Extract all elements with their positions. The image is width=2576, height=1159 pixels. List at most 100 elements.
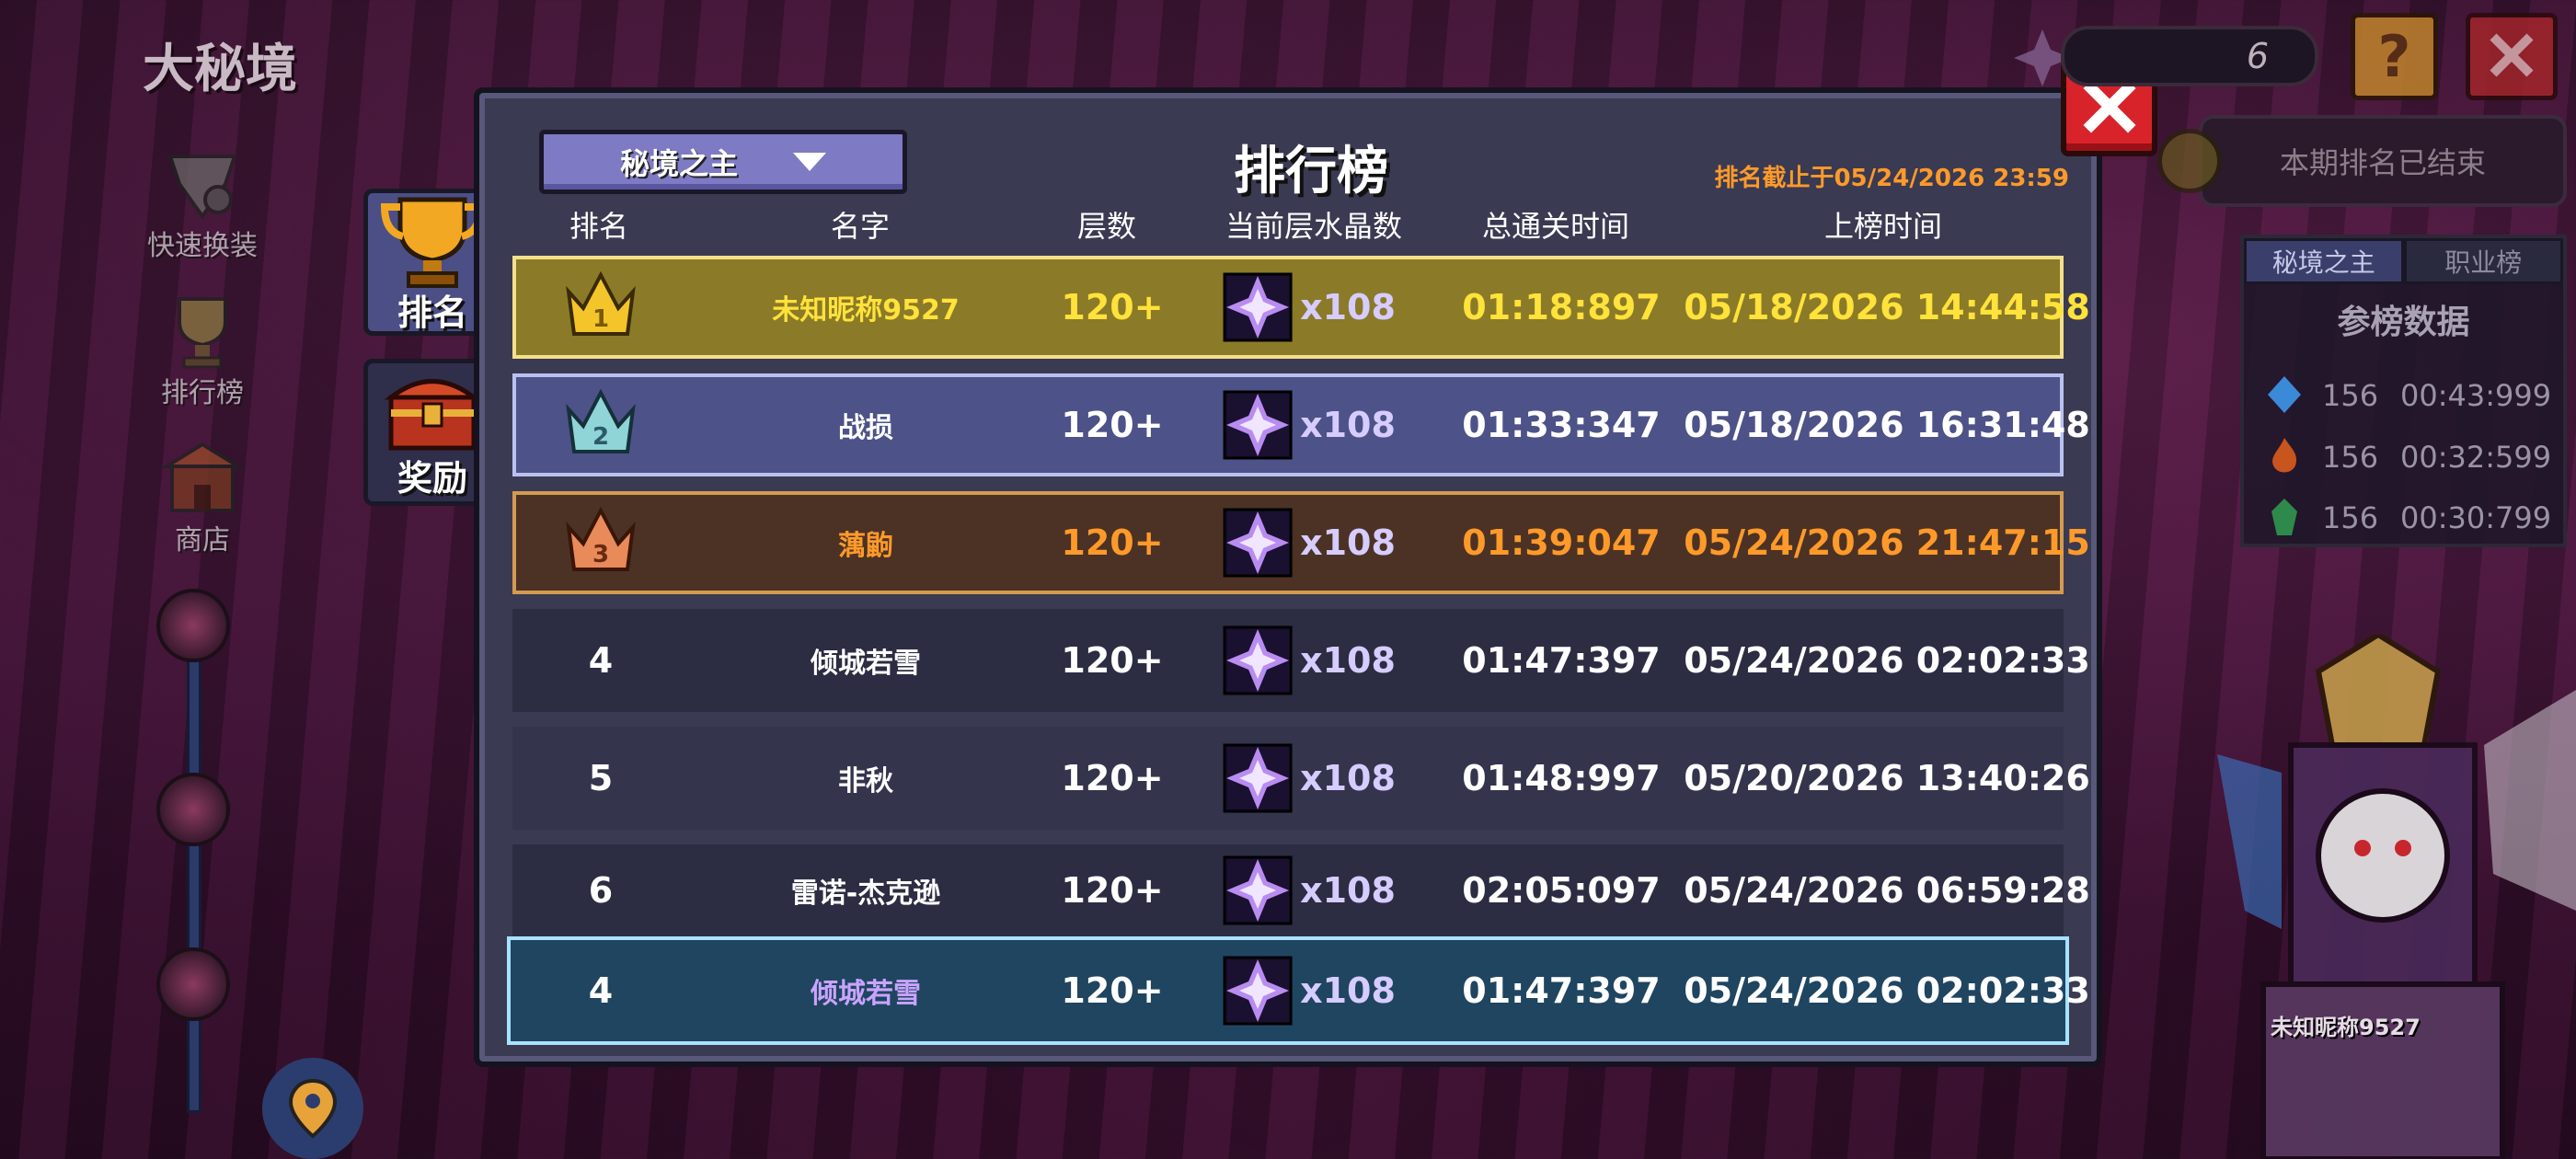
- chest-icon: [382, 365, 483, 461]
- side-item-quick-swap[interactable]: 快速换装: [138, 138, 267, 263]
- stat-row: 156 00:30:799: [2244, 489, 2563, 545]
- col-header-floors: 层数: [1076, 209, 1137, 244]
- svg-text:2: 2: [592, 423, 609, 451]
- path-node[interactable]: [156, 589, 230, 662]
- player-name: 雷诺-杰克逊: [790, 878, 941, 910]
- currency-counter: 6: [2061, 26, 2318, 86]
- table-row[interactable]: 3 蕅鼩 120+ x108 01:39:047 05/24/2026 21:4…: [512, 491, 2090, 594]
- stats-tab-boss[interactable]: 秘境之主: [2244, 238, 2404, 284]
- floor-count: 120+: [1061, 870, 1164, 911]
- floor-count: 120+: [1061, 522, 1164, 563]
- crystal-count: x108: [1219, 504, 1396, 581]
- total-time: 01:47:397: [1462, 970, 1661, 1011]
- listed-time: 05/24/2026 02:02:33: [1684, 970, 2090, 1011]
- listed-time: 05/18/2026 14:44:58: [1684, 287, 2090, 327]
- listed-time: 05/24/2026 06:59:28: [1684, 870, 2090, 911]
- player-name: 倾城若雪: [811, 978, 921, 1010]
- board-type-dropdown[interactable]: 秘境之主: [539, 130, 907, 194]
- trophy-icon: [156, 285, 248, 377]
- total-time: 01:39:047: [1462, 522, 1661, 563]
- close-icon: [2486, 29, 2537, 85]
- floor-count: 120+: [1061, 405, 1164, 445]
- path-node[interactable]: [156, 947, 230, 1021]
- crystal-icon: [1223, 625, 1293, 695]
- boss-name-label: 未知昵称9527: [2271, 1015, 2421, 1040]
- player-name: 战损: [838, 412, 893, 444]
- help-button[interactable]: ?: [2351, 13, 2438, 100]
- rank-number: 4: [588, 970, 614, 1011]
- crystal-icon: [1223, 508, 1293, 578]
- stat-row: 156 00:32:599: [2244, 429, 2563, 484]
- exit-button[interactable]: [2466, 13, 2558, 100]
- listed-time: 05/24/2026 02:02:33: [1684, 640, 2090, 681]
- stat-row: 156 00:43:999: [2244, 367, 2563, 422]
- side-item-label: 商店: [175, 524, 230, 557]
- rank-number: 4: [588, 640, 614, 681]
- total-time: 01:48:997: [1462, 758, 1661, 798]
- table-row[interactable]: 2 战损 120+ x108 01:33:347 05/18/2026 16:3…: [512, 373, 2090, 476]
- bronze-crown-icon: 3: [561, 501, 640, 584]
- gear-swap-icon: [156, 138, 248, 230]
- blue-crystal-icon: [2264, 374, 2305, 415]
- floor-count: 120+: [1061, 970, 1164, 1011]
- side-item-shop[interactable]: 商店: [138, 432, 267, 557]
- col-header-rank: 排名: [569, 209, 629, 244]
- dungeon-path: [187, 598, 201, 1113]
- crystal-count: x108: [1219, 740, 1396, 817]
- location-pin-icon[interactable]: [262, 1058, 363, 1159]
- shop-icon: [156, 432, 248, 524]
- table-row[interactable]: 4 倾城若雪 120+ x108 01:47:397 05/24/2026 02…: [512, 609, 2090, 712]
- table-row[interactable]: 1 未知昵称9527 120+ x108 01:18:897 05/18/202…: [512, 256, 2090, 359]
- svg-text:3: 3: [592, 541, 609, 568]
- stats-tab-class[interactable]: 职业榜: [2403, 238, 2563, 284]
- crystal-count: x108: [1219, 269, 1396, 346]
- table-row[interactable]: 6 雷诺-杰克逊 120+ x108 02:05:097 05/24/2026 …: [512, 844, 2090, 936]
- ranking-ended-status: 本期排名已结束: [2199, 115, 2567, 207]
- crystal-icon: [1223, 272, 1293, 342]
- stats-panel: 秘境之主 职业榜 参榜数据 156 00:43:999 156 00:32:59…: [2240, 235, 2567, 547]
- crystal-count: x108: [1219, 852, 1396, 929]
- player-name: 非秋: [838, 765, 893, 798]
- tab-label: 奖励: [397, 457, 467, 499]
- listed-time: 05/24/2026 21:47:15: [1684, 522, 2090, 563]
- crystal-count: x108: [1219, 952, 1396, 1029]
- col-header-total-time: 总通关时间: [1481, 209, 1630, 244]
- listed-time: 05/18/2026 16:31:48: [1684, 405, 2090, 445]
- total-time: 01:33:347: [1462, 405, 1661, 445]
- floor-count: 120+: [1061, 287, 1164, 327]
- col-header-name: 名字: [830, 209, 891, 244]
- crystal-count: x108: [1219, 386, 1396, 464]
- crystal-icon: [1223, 855, 1293, 925]
- total-time: 02:05:097: [1462, 870, 1661, 911]
- stats-heading: 参榜数据: [2337, 304, 2470, 341]
- crystal-icon: [1223, 956, 1293, 1026]
- dropdown-value: 秘境之主: [619, 146, 738, 181]
- fire-crystal-icon: [2264, 436, 2305, 476]
- boss-character[interactable]: [2180, 631, 2576, 1159]
- leaderboard-panel: 秘境之主 排行榜 排名截止于05/24/2026 23:59 排名 名字 层数 …: [474, 87, 2102, 1067]
- listed-time: 05/20/2026 13:40:26: [1684, 758, 2090, 798]
- svg-text:1: 1: [592, 305, 609, 333]
- close-icon: [2082, 79, 2137, 138]
- chevron-down-icon: [793, 153, 826, 171]
- ranking-deadline: 排名截止于05/24/2026 23:59: [1714, 165, 2069, 192]
- player-name: 倾城若雪: [811, 648, 921, 680]
- green-crystal-icon: [2264, 497, 2305, 537]
- stats-tabs: 秘境之主 职业榜: [2244, 238, 2563, 284]
- side-item-label: 快速换装: [147, 230, 258, 262]
- page-title: 大秘境: [143, 40, 297, 99]
- my-rank-row[interactable]: 4 倾城若雪 120+ x108 01:47:397 05/24/2026 02…: [507, 936, 2090, 1045]
- side-item-leaderboard[interactable]: 排行榜: [138, 285, 267, 410]
- silver-crown-icon: 2: [561, 384, 640, 466]
- path-node[interactable]: [156, 773, 230, 846]
- floor-count: 120+: [1061, 758, 1164, 798]
- side-item-label: 排行榜: [161, 377, 244, 409]
- trophy-icon: [377, 190, 488, 295]
- rank-number: 6: [588, 870, 614, 911]
- crystal-count: x108: [1219, 622, 1396, 699]
- total-time: 01:18:897: [1462, 287, 1661, 327]
- gold-crown-icon: 1: [561, 266, 640, 349]
- table-row[interactable]: 5 非秋 120+ x108 01:48:997 05/20/2026 13:4…: [512, 727, 2090, 830]
- timer-icon: [2157, 129, 2222, 193]
- col-header-listed-time: 上榜时间: [1823, 209, 1943, 244]
